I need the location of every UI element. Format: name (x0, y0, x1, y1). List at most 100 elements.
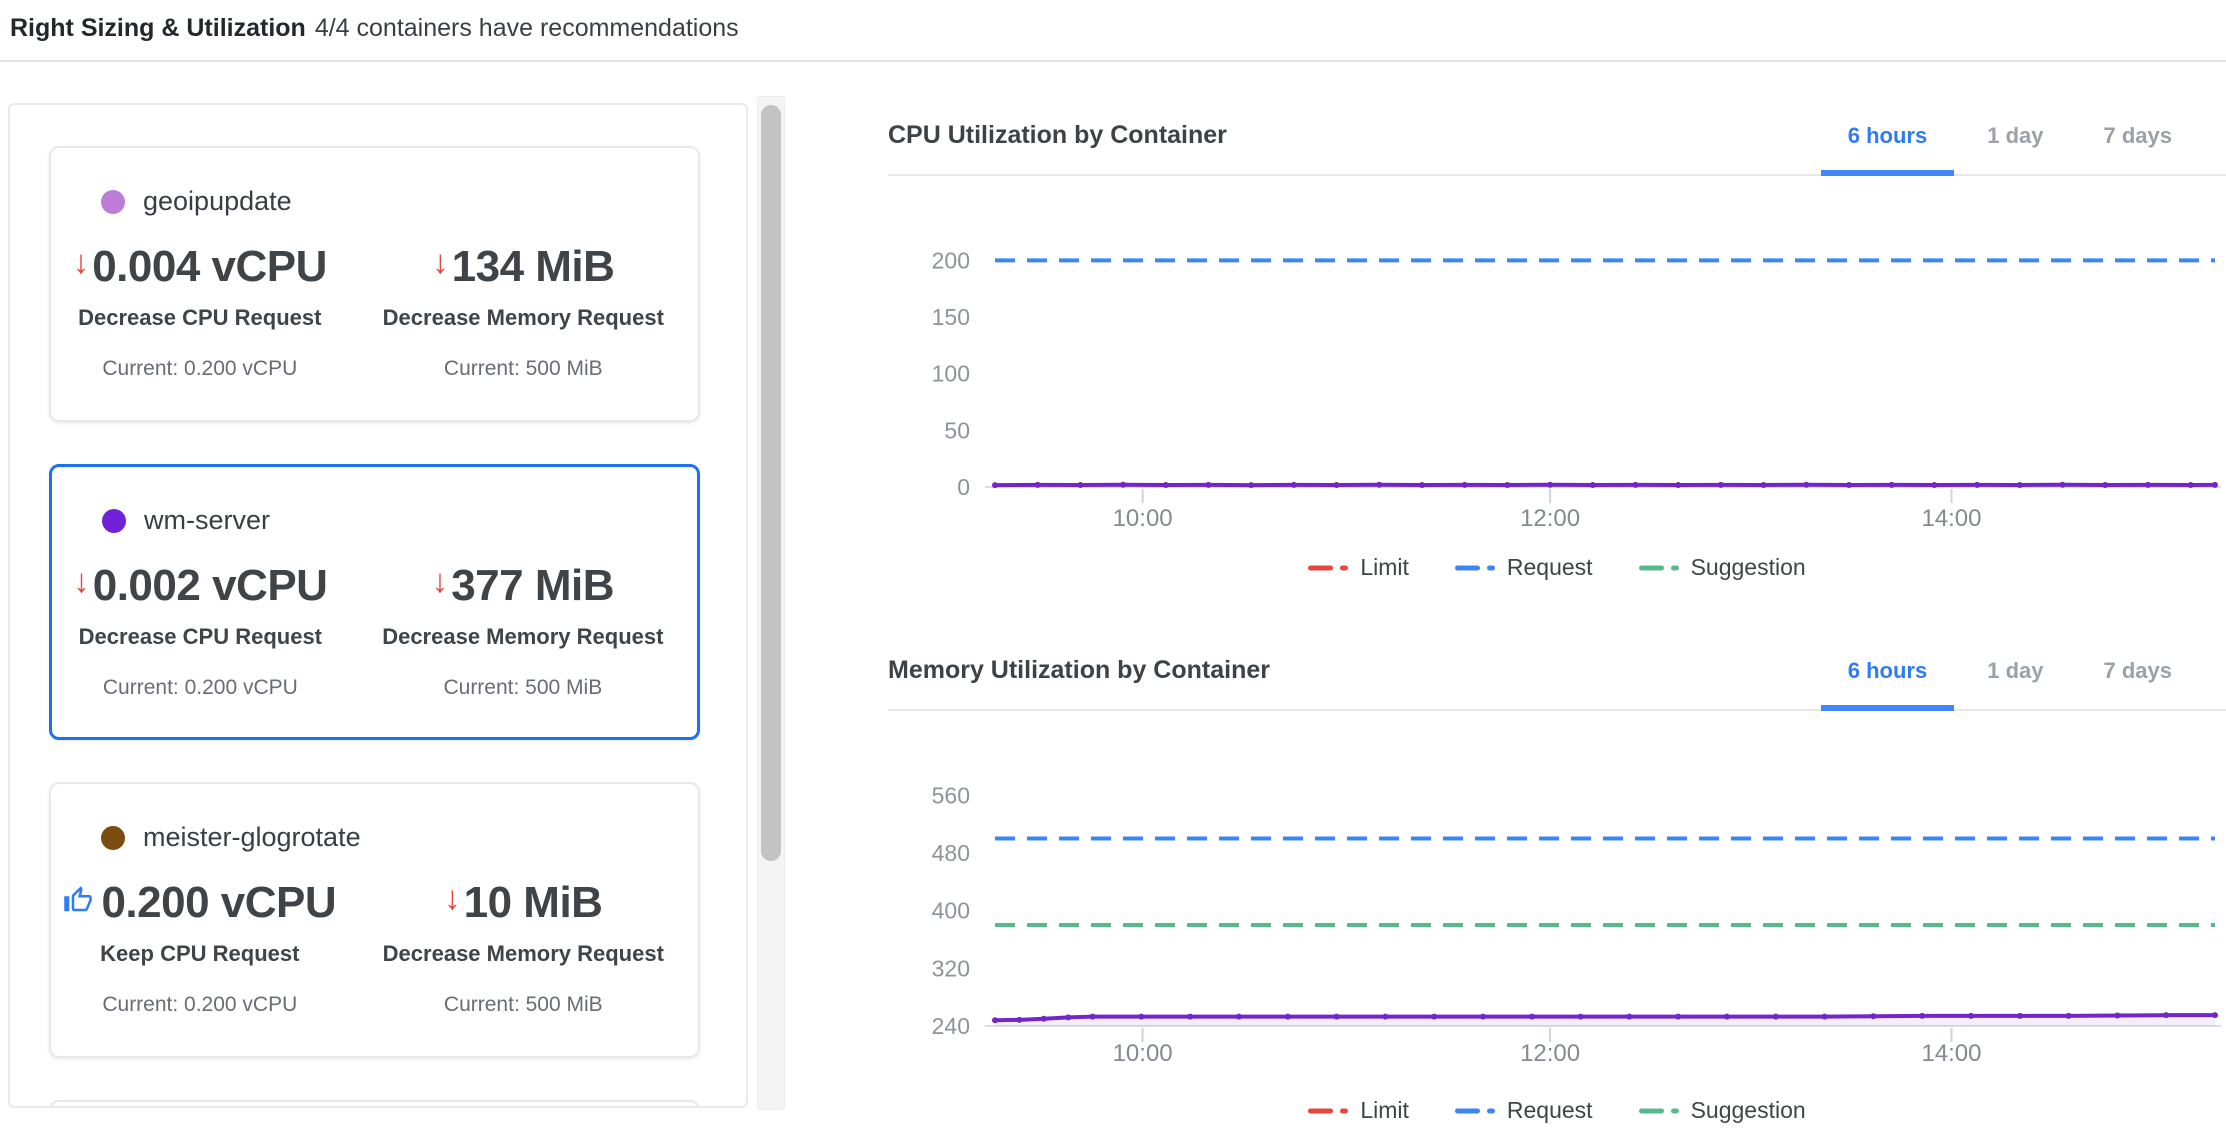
scrollbar[interactable] (757, 96, 785, 1110)
chart-title: CPU Utilization by Container (888, 120, 1227, 174)
tab-7-days[interactable]: 7 days (2074, 657, 2203, 709)
data-point-marker (1334, 482, 1340, 488)
container-card[interactable]: meister-glogrotate 0.200 vCPU Keep CPU R… (49, 782, 700, 1058)
tab-6-hours[interactable]: 6 hours (1818, 122, 1957, 174)
legend-suggestion: Suggestion (1639, 554, 1806, 581)
data-point-marker (1291, 482, 1297, 488)
cpu-recommended-value: 0.200 vCPU (101, 878, 336, 928)
legend-dash-icon (1308, 565, 1348, 571)
memory-utilization-by-container-plot: 10:0012:0014:00240320400480560 (888, 711, 2226, 1071)
arrow-down-icon: ↓ (432, 245, 449, 278)
legend-label: Suggestion (1691, 1097, 1806, 1124)
memory-recommendation-label: Decrease Memory Request (383, 305, 664, 331)
data-point-marker (1035, 482, 1041, 488)
data-point-marker (1419, 482, 1425, 488)
legend-limit: Limit (1308, 554, 1409, 581)
data-point-marker (1504, 482, 1510, 488)
data-point-marker (1480, 1014, 1486, 1020)
arrow-down-icon: ↓ (432, 564, 449, 597)
x-axis-label: 10:00 (1113, 505, 1173, 532)
cpu-recommended-value: 0.002 vCPU (93, 561, 328, 611)
data-point-marker (2017, 482, 2023, 488)
y-axis-label: 240 (932, 1013, 970, 1039)
data-point-marker (2066, 1013, 2072, 1019)
x-axis-label: 12:00 (1520, 1040, 1580, 1067)
container-card-partial[interactable] (49, 1100, 700, 1108)
memory-recommendation: ↓ 377 MiB Decrease Memory Request Curren… (349, 560, 697, 700)
legend-label: Request (1507, 554, 1593, 581)
tab-6-hours[interactable]: 6 hours (1818, 657, 1957, 709)
y-axis-label: 400 (932, 898, 970, 924)
container-name: geoipupdate (143, 186, 292, 217)
container-card[interactable]: geoipupdate ↓ 0.004 vCPU Decrease CPU Re… (49, 146, 700, 422)
page-title: Right Sizing & Utilization (10, 14, 306, 42)
tab-1-day[interactable]: 1 day (1957, 657, 2073, 709)
chart-title: Memory Utilization by Container (888, 655, 1270, 709)
cpu-recommended-value: 0.004 vCPU (92, 242, 327, 292)
memory-recommendation-label: Decrease Memory Request (382, 624, 663, 650)
data-point-marker (1968, 1013, 1974, 1019)
data-point-marker (2017, 1013, 2023, 1019)
page-header: Right Sizing & Utilization 4/4 containers… (10, 14, 739, 43)
thumb-up-icon (63, 885, 93, 915)
data-point-marker (1590, 482, 1596, 488)
data-point-marker (1822, 1014, 1828, 1020)
scrollbar-thumb[interactable] (761, 105, 781, 861)
data-point-marker (1187, 1014, 1193, 1020)
cpu-current-value: Current: 0.200 vCPU (102, 993, 297, 1017)
data-point-marker (1065, 1014, 1071, 1020)
data-point-marker (1334, 1014, 1340, 1020)
data-point-marker (2145, 482, 2151, 488)
container-list-panel: geoipupdate ↓ 0.004 vCPU Decrease CPU Re… (8, 103, 748, 1108)
data-point-marker (2060, 482, 2066, 488)
data-point-marker (1846, 482, 1852, 488)
data-point-marker (1090, 1014, 1096, 1020)
memory-recommendation: ↓ 10 MiB Decrease Memory Request Current… (349, 877, 698, 1017)
data-point-marker (1675, 1014, 1681, 1020)
y-axis-label: 480 (932, 840, 970, 866)
chart-section: CPU Utilization by Container 6 hours1 da… (888, 120, 2226, 581)
x-axis-label: 10:00 (1113, 1040, 1173, 1067)
data-point-marker (1578, 1014, 1584, 1020)
memory-recommended-value: 10 MiB (464, 878, 603, 928)
data-point-marker (1919, 1013, 1925, 1019)
time-range-tabs: 6 hours1 day7 days (1818, 122, 2202, 174)
data-point-marker (2212, 482, 2218, 488)
tab-1-day[interactable]: 1 day (1957, 122, 2073, 174)
page-subtitle: 4/4 containers have recommendations (315, 14, 739, 42)
data-point-marker (1016, 1017, 1022, 1023)
legend-label: Limit (1360, 554, 1409, 581)
container-color-dot (101, 190, 125, 214)
memory-current-value: Current: 500 MiB (444, 357, 603, 381)
container-color-dot (101, 826, 125, 850)
data-point-marker (1803, 482, 1809, 488)
data-point-marker (2114, 1013, 2120, 1019)
data-point-marker (1285, 1014, 1291, 1020)
container-name: wm-server (144, 505, 270, 536)
y-axis-label: 50 (944, 417, 970, 443)
arrow-down-icon: ↓ (73, 245, 90, 278)
memory-recommended-value: 377 MiB (451, 561, 614, 611)
data-point-marker (2163, 1012, 2169, 1018)
data-point-marker (1248, 482, 1254, 488)
tab-7-days[interactable]: 7 days (2074, 122, 2203, 174)
data-point-marker (1431, 1014, 1437, 1020)
container-color-dot (102, 509, 126, 533)
y-axis-label: 560 (932, 782, 970, 808)
cpu-current-value: Current: 0.200 vCPU (102, 357, 297, 381)
data-point-marker (1041, 1016, 1047, 1022)
y-axis-label: 100 (932, 361, 970, 387)
chart-legend: Limit Request Suggestion (888, 554, 2226, 581)
legend-dash-icon (1308, 1108, 1348, 1114)
container-card[interactable]: wm-server ↓ 0.002 vCPU Decrease CPU Requ… (49, 464, 700, 740)
container-name: meister-glogrotate (143, 822, 361, 853)
memory-recommended-value: 134 MiB (452, 242, 615, 292)
legend-dash-icon (1639, 565, 1679, 571)
data-point-marker (992, 1017, 998, 1023)
data-point-marker (992, 482, 998, 488)
legend-limit: Limit (1308, 1097, 1409, 1124)
data-point-marker (1626, 1014, 1632, 1020)
legend-label: Request (1507, 1097, 1593, 1124)
data-point-marker (1870, 1013, 1876, 1019)
data-point-marker (1236, 1014, 1242, 1020)
